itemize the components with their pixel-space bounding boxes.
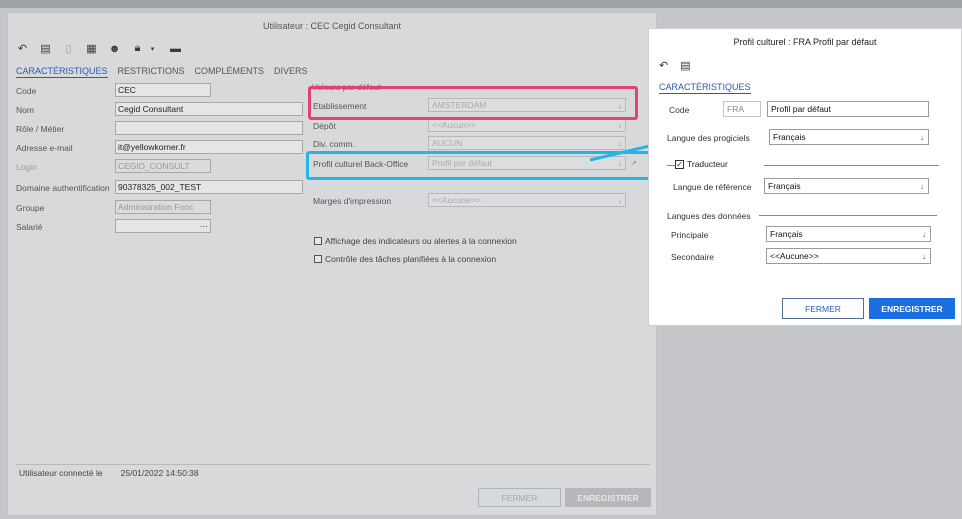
langue-ref-select[interactable]: Français ↓ (764, 178, 929, 194)
highlight-red (308, 86, 638, 120)
list-icon[interactable]: ▦ (85, 42, 98, 55)
code-field[interactable]: CEC (115, 83, 211, 97)
dialog-tab-caracteristiques[interactable]: CARACTÉRISTIQUES (659, 82, 751, 94)
secondaire-label: Secondaire (671, 252, 715, 262)
undo-icon[interactable]: ↶ (659, 59, 668, 72)
fermer-button-main[interactable]: FERMER (478, 488, 561, 507)
nom-field[interactable]: Cegid Consultant (115, 102, 303, 116)
footer: Utilisateur connecté le 25/01/2022 14:50… (19, 468, 199, 478)
traducteur-label: Traducteur (687, 159, 728, 169)
new-record-icon[interactable]: ▤ (680, 59, 690, 72)
dialog-title: Profil culturel : FRA Profil par défaut (733, 37, 877, 47)
top-strip (0, 0, 962, 8)
groupe-label: Groupe (16, 202, 45, 213)
trash-icon[interactable]: ▯ (62, 42, 75, 55)
enregistrer-button-main[interactable]: ENREGISTRER (565, 488, 651, 507)
chevron-down-icon: ↓ (920, 182, 924, 191)
connected-value: 25/01/2022 14:50:38 (120, 468, 199, 478)
checkmark-icon[interactable]: ✓ (675, 159, 684, 169)
tab-caracteristiques[interactable]: CARACTÉRISTIQUES (16, 66, 108, 78)
domaine-label: Domaine authentification (16, 182, 110, 193)
dialog-code-field[interactable]: FRA (723, 101, 761, 117)
print-icon[interactable]: ▬ (169, 42, 182, 55)
traducteur-checkbox[interactable]: ✓ Traducteur (675, 159, 728, 169)
tab-complements[interactable]: COMPLÉMENTS (195, 66, 265, 78)
role-field[interactable] (115, 121, 303, 135)
salarie-field[interactable]: ··· (115, 219, 211, 233)
langues-donnees-label: Langues des données (667, 211, 751, 221)
domaine-field[interactable]: 90378325_002_TEST (115, 180, 303, 194)
langue-progiciels-value: Français (773, 132, 806, 142)
depot-label: Dépôt (313, 121, 336, 131)
undo-icon[interactable]: ↶ (16, 42, 29, 55)
principale-select[interactable]: Français ↓ (766, 226, 931, 242)
footer-divider (16, 464, 650, 465)
langue-ref-value: Français (768, 181, 801, 191)
login-label: Login (16, 161, 37, 172)
checkbox-box[interactable] (314, 255, 322, 263)
role-label: Rôle / Métier (16, 123, 65, 134)
dialog-name-field[interactable]: Profil par défaut (767, 101, 929, 117)
depot-value: <<Aucun>> (432, 120, 476, 130)
principale-value: Français (770, 229, 803, 239)
tab-bar: CARACTÉRISTIQUES RESTRICTIONS COMPLÉMENT… (16, 66, 308, 78)
ellipsis-icon[interactable]: ··· (200, 221, 209, 231)
donnees-line (759, 215, 937, 216)
tab-divers[interactable]: DIVERS (274, 66, 308, 78)
traducteur-line-left (667, 165, 675, 166)
login-field[interactable]: CEGID_CONSULT (115, 159, 211, 173)
depot-select[interactable]: <<Aucun>> ↓ (428, 118, 626, 132)
chevron-down-icon: ↓ (920, 133, 924, 142)
chevron-down-icon: ↓ (922, 252, 926, 261)
enregistrer-button[interactable]: ENREGISTRER (869, 298, 955, 319)
marges-label: Marges d'impression (313, 196, 392, 206)
principale-label: Principale (671, 230, 709, 240)
lock-icon[interactable]: 🔒︎ (131, 42, 144, 55)
toolbar: ↶ ▤ ▯ ▦ ☻ 🔒︎ ▾ ▬ (16, 42, 182, 55)
window-title: Utilisateur : CEC Cegid Consultant (262, 21, 402, 31)
div-comm-label: Div. comm. (313, 139, 355, 149)
chevron-down-icon[interactable]: ▾ (146, 42, 159, 55)
connected-label: Utilisateur connecté le (19, 468, 103, 478)
langue-progiciels-label: Langue des progiciels (667, 133, 750, 143)
highlight-blue (306, 151, 651, 180)
groupe-value: Administration Fonc (118, 202, 194, 212)
secondaire-value: <<Aucune>> (770, 251, 819, 261)
chevron-down-icon: ↓ (618, 196, 622, 205)
users-icon[interactable]: ☻ (108, 42, 121, 55)
taches-label: Contrôle des tâches planifiées à la conn… (325, 254, 497, 264)
marges-select[interactable]: <<Aucune>> ↓ (428, 193, 626, 207)
dialog-toolbar: ↶ ▤ (659, 59, 691, 72)
dialog-code-label: Code (669, 105, 690, 115)
checkbox-box[interactable] (314, 237, 322, 245)
code-label: Code (16, 85, 37, 96)
marges-value: <<Aucune>> (432, 195, 481, 205)
profil-dialog: Profil culturel : FRA Profil par défaut … (648, 28, 962, 326)
new-record-icon[interactable]: ▤ (39, 42, 52, 55)
chevron-down-icon: ↓ (618, 139, 622, 148)
secondaire-select[interactable]: <<Aucune>> ↓ (766, 248, 931, 264)
langue-progiciels-select[interactable]: Français ↓ (769, 129, 929, 145)
user-window: Utilisateur : CEC Cegid Consultant ↶ ▤ ▯… (7, 12, 657, 516)
nom-label: Nom (16, 104, 34, 115)
tab-restrictions[interactable]: RESTRICTIONS (118, 66, 185, 78)
groupe-select[interactable]: Administration Fonc (115, 200, 211, 214)
langue-ref-label: Langue de référence (673, 182, 752, 192)
taches-checkbox[interactable]: Contrôle des tâches planifiées à la conn… (314, 254, 496, 264)
indicateurs-checkbox[interactable]: Affichage des indicateurs ou alertes à l… (314, 236, 517, 246)
chevron-down-icon: ↓ (922, 230, 926, 239)
div-comm-value: AUCUN (432, 138, 463, 148)
salarie-label: Salarié (16, 221, 43, 232)
email-field[interactable]: it@yellowkorner.fr (115, 140, 303, 154)
div-comm-select[interactable]: AUCUN ↓ (428, 136, 626, 150)
email-label: Adresse e-mail (16, 142, 73, 153)
traducteur-line-right (764, 165, 939, 166)
chevron-down-icon: ↓ (618, 121, 622, 130)
fermer-button[interactable]: FERMER (782, 298, 864, 319)
indicateurs-label: Affichage des indicateurs ou alertes à l… (325, 236, 517, 246)
